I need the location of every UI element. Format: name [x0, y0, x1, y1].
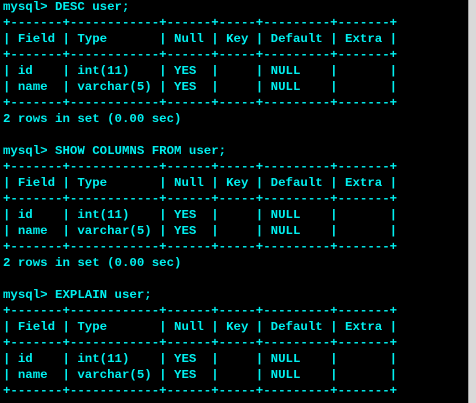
table-row: | id | int(11) | YES | | NULL | |	[3, 208, 398, 222]
table-row: | id | int(11) | YES | | NULL | |	[3, 352, 398, 366]
table-border-line: +-------+------------+------+-----+-----…	[3, 304, 398, 318]
table-row: | name | varchar(5) | YES | | NULL | |	[3, 80, 398, 94]
table-border-line: +-------+------------+------+-----+-----…	[3, 16, 398, 30]
command-line: mysql> DESC user;	[3, 0, 130, 14]
result-summary: 2 rows in set (0.00 sec)	[3, 256, 182, 270]
table-border-line: +-------+------------+------+-----+-----…	[3, 240, 398, 254]
table-border-line: +-------+------------+------+-----+-----…	[3, 96, 398, 110]
result-summary: 2 rows in set (0.00 sec)	[3, 112, 182, 126]
terminal-output[interactable]: mysql> DESC user; +-------+------------+-…	[0, 0, 468, 403]
command-line: mysql> SHOW COLUMNS FROM user;	[3, 144, 227, 158]
command-line: mysql> EXPLAIN user;	[3, 288, 152, 302]
table-row: | name | varchar(5) | YES | | NULL | |	[3, 224, 398, 238]
table-row: | id | int(11) | YES | | NULL | |	[3, 64, 398, 78]
table-row: | name | varchar(5) | YES | | NULL | |	[3, 368, 398, 382]
table-border-line: +-------+------------+------+-----+-----…	[3, 192, 398, 206]
table-border-line: +-------+------------+------+-----+-----…	[3, 160, 398, 174]
table-header-row: | Field | Type | Null | Key | Default | …	[3, 176, 398, 190]
table-border-line: +-------+------------+------+-----+-----…	[3, 48, 398, 62]
table-header-row: | Field | Type | Null | Key | Default | …	[3, 32, 398, 46]
table-border-line: +-------+------------+------+-----+-----…	[3, 336, 398, 350]
table-header-row: | Field | Type | Null | Key | Default | …	[3, 320, 398, 334]
vertical-scrollbar[interactable]	[468, 0, 476, 403]
table-border-line: +-------+------------+------+-----+-----…	[3, 384, 398, 398]
